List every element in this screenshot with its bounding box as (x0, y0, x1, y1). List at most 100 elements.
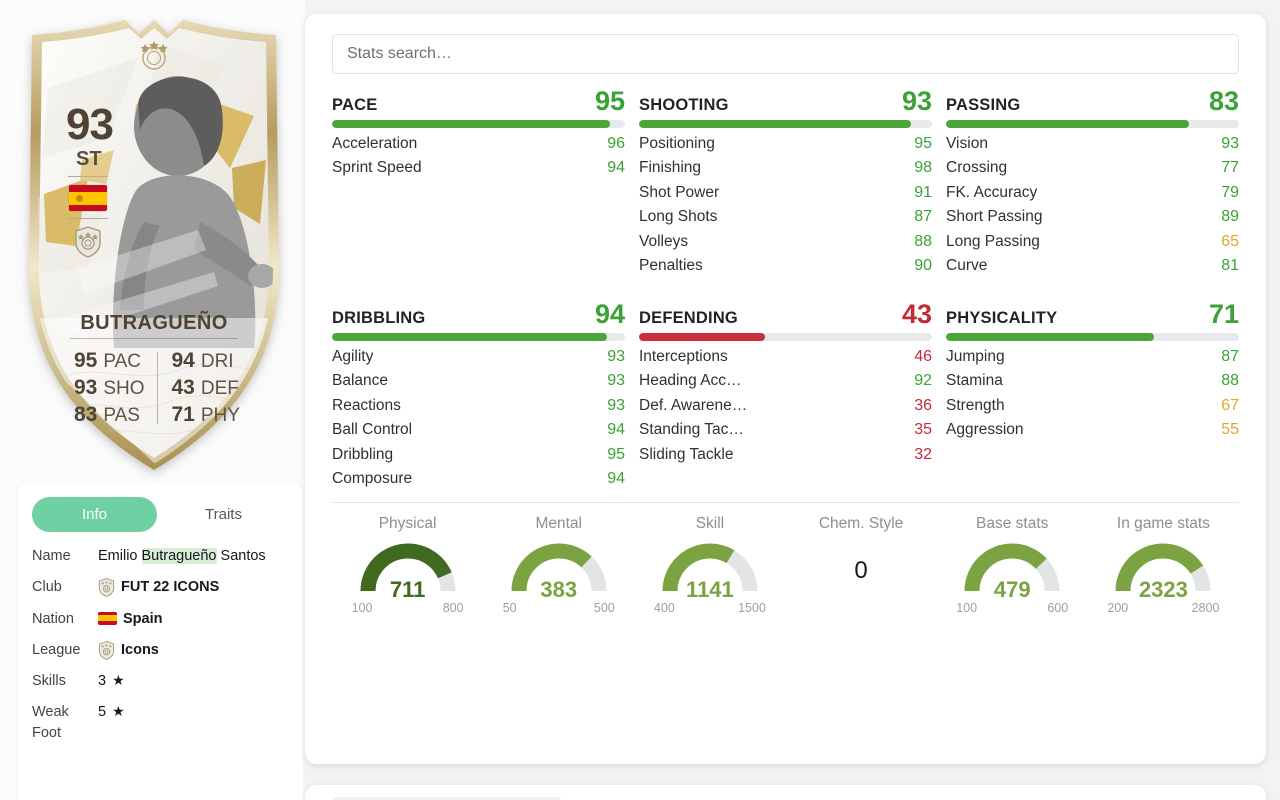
stat-row-value: 95 (607, 445, 625, 463)
gauge-skill: Skill 1141 400 1500 (634, 515, 785, 615)
stat-row-value: 35 (914, 421, 932, 438)
stat-row: Strength 67 (946, 390, 1239, 415)
stat-row-value: 88 (1221, 372, 1239, 389)
tab-traits[interactable]: Traits (161, 497, 286, 532)
gauge-ticks: 100 800 (352, 601, 464, 615)
stat-group-name: PASSING (946, 96, 1021, 114)
stat-row-value: 55 (1221, 421, 1239, 438)
stat-row: Ball Control 94 (332, 415, 625, 440)
info-row: Weak Foot 5 ★ (32, 702, 289, 743)
stat-group-value: 83 (1208, 86, 1239, 116)
stat-row-value: 93 (607, 396, 625, 414)
stat-group-progress-fill (332, 333, 608, 341)
stat-row: Vision 93 (946, 128, 1239, 153)
stat-row: Reactions 93 (332, 390, 625, 415)
stat-row: Agility 93 (332, 341, 625, 366)
stat-row-label: FK. Accuracy (946, 183, 1038, 201)
stat-group-progress-fill (639, 333, 765, 341)
next-card-peek (305, 785, 1266, 800)
stat-group: PHYSICALITY 71 Jumping 87 Stamina 88 Strength 6… (946, 301, 1239, 488)
stat-row: Long Shots 87 (639, 202, 932, 227)
stat-row-value: 96 (607, 134, 625, 152)
stat-row-label: Standing Tac… (639, 421, 744, 438)
stat-row-value: 93 (607, 372, 625, 389)
stat-row: Curve 81 (946, 251, 1239, 276)
info-name-prefix: Emilio (98, 548, 142, 564)
stat-row-label: Acceleration (332, 134, 418, 152)
stat-row: Short Passing 89 (946, 202, 1239, 227)
player-card[interactable]: 93 ST BUTRAGUEÑO 95 PAC 94 DRI 93 SHO 43… (18, 18, 290, 470)
stat-row-value: 77 (1221, 159, 1239, 176)
stat-row: Jumping 87 (946, 341, 1239, 366)
info-row-text: Icons (121, 641, 159, 658)
info-row: Name Emilio Butragueño Santos (32, 546, 289, 566)
stat-row: Interceptions 46 (639, 341, 932, 366)
stat-row: Positioning 95 (639, 128, 932, 153)
gauge-min-label: 100 (351, 601, 373, 615)
info-name-match-highlight: Butragueño (141, 548, 217, 564)
summary-gauges: Physical 711 100 800 Mental 383 50 500 Skill 1141… (332, 503, 1239, 615)
stat-row-label: Curve (946, 257, 988, 274)
stat-row-value: 79 (1221, 183, 1239, 201)
gauge-max-label: 1500 (738, 601, 766, 615)
stat-group-header: PACE 95 (332, 88, 625, 115)
info-row-label: Skills (32, 673, 66, 690)
stat-row: Def. Awarene… 36 (639, 390, 932, 415)
stat-group-progress-bar (639, 333, 932, 341)
info-tabs: Info Traits (18, 497, 303, 532)
gauge-title: Skill (695, 515, 725, 532)
stat-row-value: 88 (914, 232, 932, 250)
stat-row-label: Def. Awarene… (639, 396, 748, 414)
stat-groups-row-2: DRIBBLING 94 Agility 93 Balance 93 Reactions 93… (332, 289, 1239, 488)
stat-group-progress-bar (946, 120, 1239, 128)
stat-row-value: 87 (1221, 347, 1239, 365)
gauge-max-label: 500 (593, 601, 615, 615)
info-row-text: Spain (123, 610, 163, 627)
star-icon: ★ (112, 703, 126, 720)
stat-row-label: Reactions (332, 396, 401, 414)
stat-group-name: SHOOTING (639, 96, 729, 114)
gauge-title: Mental (535, 515, 582, 532)
gauge-value: 479 (993, 577, 1031, 602)
stat-row: Heading Acc… 92 (639, 366, 932, 391)
stats-card: PACE 95 Acceleration 96 Sprint Speed 94 SHOOTI… (305, 14, 1266, 764)
stat-group-value: 43 (901, 299, 932, 329)
info-row-label: Weak Foot (32, 704, 69, 741)
stat-row-label: Penalties (639, 257, 703, 274)
stat-group-value: 95 (594, 86, 625, 116)
gauge-title: In game stats (1116, 515, 1210, 532)
info-row-value: 5 ★ (98, 702, 289, 722)
info-row-label: League (32, 641, 81, 658)
fut-card-artwork (18, 18, 290, 470)
stat-row-value: 93 (1221, 134, 1239, 152)
stat-group-header: PASSING 83 (946, 88, 1239, 115)
info-row-label: Club (32, 579, 62, 596)
stat-row: Volleys 88 (639, 226, 932, 251)
stat-row: FK. Accuracy 79 (946, 177, 1239, 202)
tab-info[interactable]: Info (32, 497, 157, 532)
stat-group: PACE 95 Acceleration 96 Sprint Speed 94 (332, 88, 625, 275)
stat-group-progress-bar (639, 120, 932, 128)
stat-group-progress-bar (332, 120, 625, 128)
stat-row-label: Shot Power (639, 183, 720, 201)
info-row-text: 5 (98, 704, 107, 721)
stat-row-value: 93 (607, 347, 625, 365)
search-input[interactable] (332, 34, 1239, 74)
stat-group-header: DRIBBLING 94 (332, 301, 625, 328)
stat-row: Sprint Speed 94 (332, 153, 625, 178)
stat-row-value: 94 (607, 421, 625, 438)
stat-row: Penalties 90 (639, 251, 932, 276)
gauge-value: 1141 (686, 577, 734, 602)
stat-row-label: Volleys (639, 232, 689, 250)
gauge-title: Physical (378, 515, 437, 532)
stat-row-value: 94 (607, 159, 625, 176)
gauge-min-label: 200 (1107, 601, 1129, 615)
stat-group-value: 93 (901, 86, 932, 116)
stat-row-value: 87 (914, 208, 932, 225)
stat-group: DRIBBLING 94 Agility 93 Balance 93 Reactions 93… (332, 301, 625, 488)
info-row-text: 3 (98, 673, 107, 690)
gauge-value: 2323 (1138, 577, 1188, 602)
stat-row-label: Aggression (946, 421, 1024, 438)
stat-row-label: Dribbling (332, 445, 394, 463)
stat-row-value: 67 (1221, 396, 1239, 414)
